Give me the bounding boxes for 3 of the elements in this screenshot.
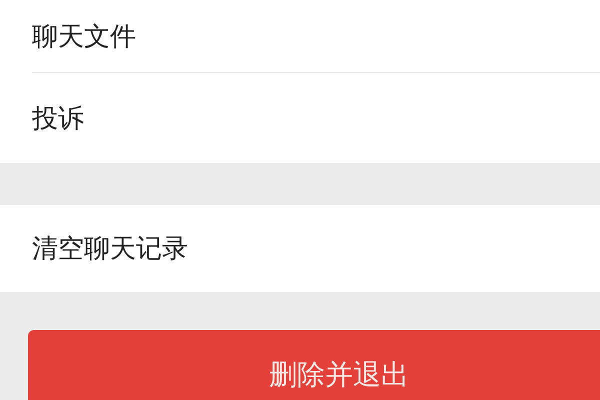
menu-item[interactable]: 聊天文件 [32, 0, 600, 73]
menu-item[interactable]: 投诉 [32, 73, 600, 163]
delete-and-exit-button[interactable]: 删除并退出 [28, 330, 600, 400]
